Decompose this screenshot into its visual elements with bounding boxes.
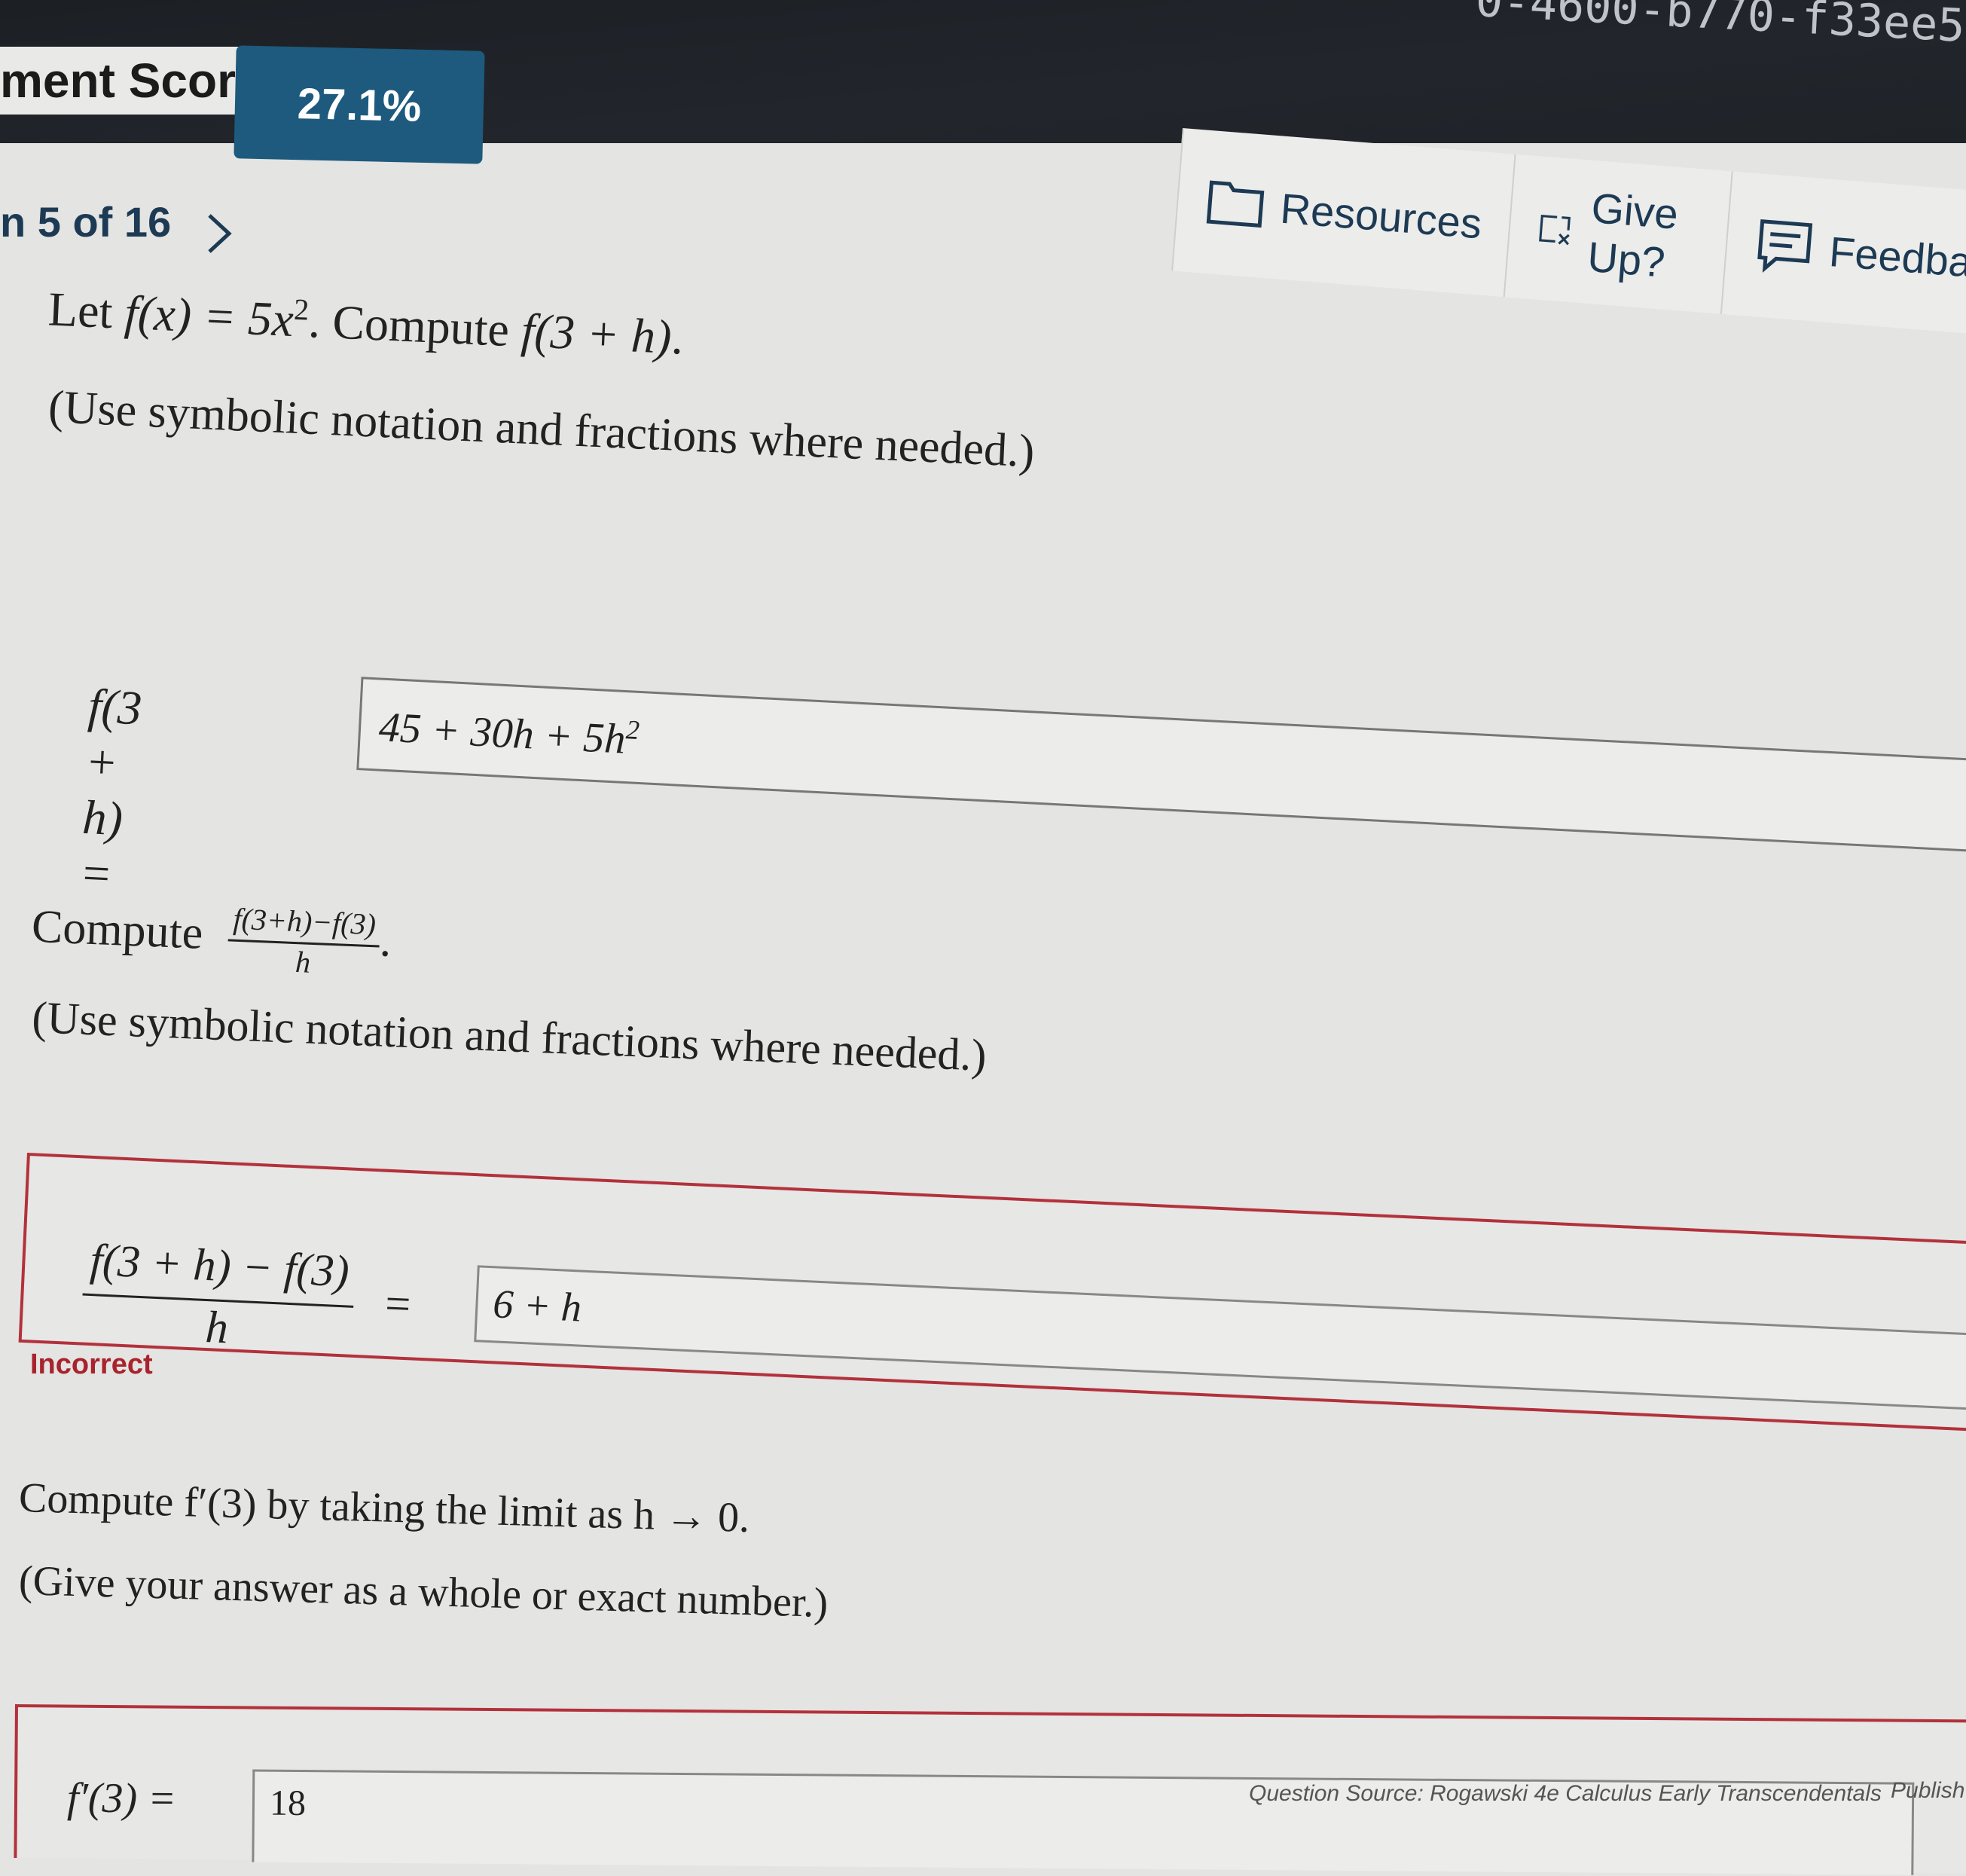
question2-note: (Use symbolic notation and fractions whe… [31, 991, 988, 1080]
feedback-label: Feedbac [1827, 227, 1966, 288]
answer2-input[interactable]: 6 + h [474, 1265, 1966, 1412]
session-id: 0-4600-b770-f33ee5 [1474, 0, 1966, 53]
answer3-value: 18 [269, 1783, 307, 1824]
answer2-value: 6 + h [492, 1281, 583, 1331]
answer2-frame: f(3 + h) − f(3) h = 6 + h [18, 1153, 1966, 1434]
equals-sign: = [383, 1278, 412, 1330]
next-question-chevron-icon[interactable] [205, 211, 235, 256]
incorrect-status: Incorrect [30, 1349, 153, 1380]
resources-button[interactable]: Resources [1171, 128, 1515, 298]
fraction-numerator: f(3+h)−f(3) [227, 900, 381, 948]
question-toolbar: Resources Give Up? Feedbac [1169, 128, 1966, 365]
question1-note: (Use symbolic notation and fractions whe… [47, 380, 1036, 478]
prompt-text: . [670, 310, 685, 365]
answer2-row: f(3 + h) − f(3) h = 6 + h [18, 1153, 1966, 1434]
question1-prompt: Let f(x) = 5x2. Compute f(3 + h). [47, 280, 685, 366]
answer1-exponent: 2 [625, 714, 641, 745]
feedback-button[interactable]: Feedbac [1720, 171, 1966, 338]
give-up-icon [1538, 214, 1571, 246]
question-source: Question Source: Rogawski 4e Calculus Ea… [1249, 1781, 1882, 1806]
question3-prompt: Compute f′(3) by taking the limit as h →… [18, 1474, 750, 1542]
question3-note: (Give your answer as a whole or exact nu… [18, 1557, 829, 1627]
resources-label: Resources [1278, 184, 1484, 247]
question2-prompt: Compute f(3+h)−f(3) h . [30, 893, 392, 983]
feedback-icon [1757, 219, 1812, 273]
fraction-denominator: h [295, 945, 312, 979]
answer2-fraction: f(3 + h) − f(3) h [80, 1233, 357, 1360]
answer1-label: f(3 + h) = [78, 678, 143, 901]
prompt-target: f(3 + h) [520, 303, 673, 364]
folder-icon [1206, 180, 1265, 228]
give-up-label: Give Up? [1586, 184, 1681, 286]
answer3-label: f′(3) = [66, 1774, 177, 1823]
prompt-math: f(x) = 5x [123, 285, 295, 347]
publisher-link[interactable]: Publish [1891, 1778, 1964, 1804]
prompt-exponent: 2 [293, 292, 310, 327]
prompt-text: Let [47, 282, 127, 339]
score-badge: 27.1% [234, 45, 485, 164]
prompt-fraction: f(3+h)−f(3) h [227, 900, 381, 982]
prompt-text: . Compute [307, 294, 523, 357]
answer1-input[interactable]: 45 + 30h + 5h2 [356, 677, 1966, 858]
question-pager: n 5 of 16 [0, 198, 172, 246]
answer1-text: 45 + 30h + 5h [377, 704, 627, 763]
prompt-text: Compute [30, 900, 204, 959]
answer1-value: 45 + 30h + 5h2 [378, 701, 641, 765]
give-up-button[interactable]: Give Up? [1503, 154, 1732, 314]
prompt-text: . [378, 915, 393, 967]
